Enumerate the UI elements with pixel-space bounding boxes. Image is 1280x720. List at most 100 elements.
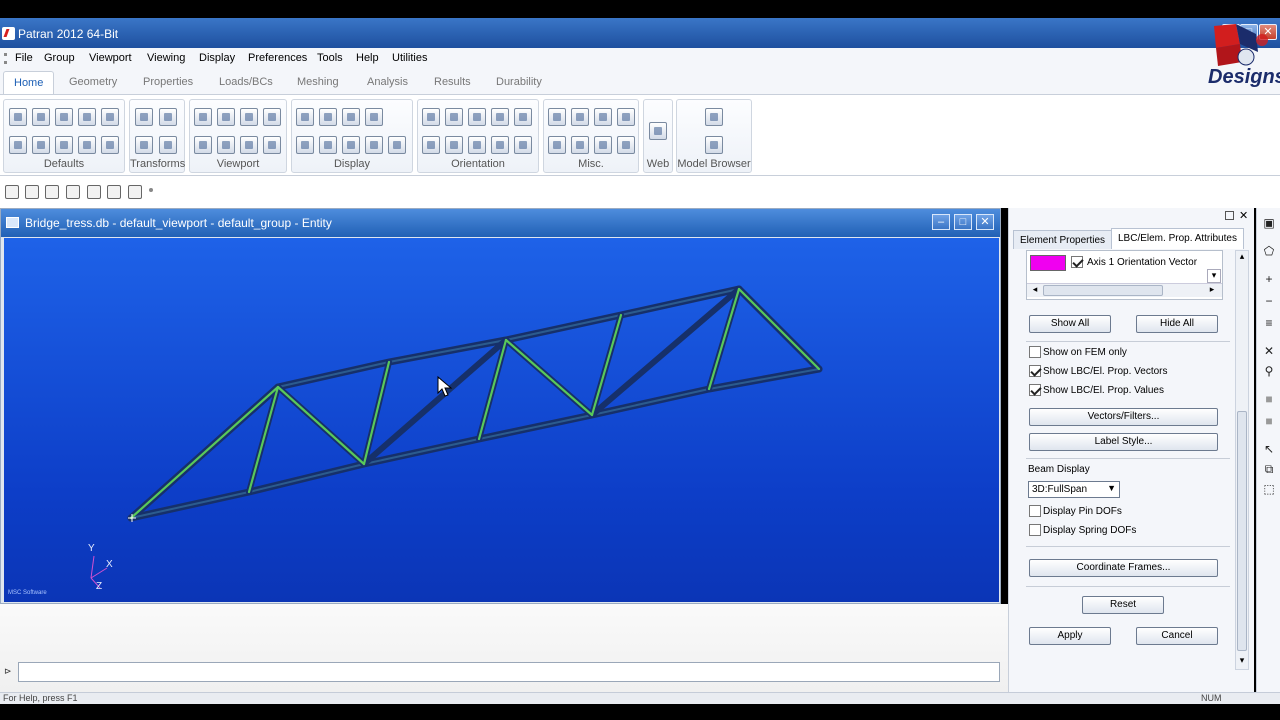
menu-group[interactable]: Group (44, 52, 75, 64)
display-spring-dofs-checkbox[interactable] (1029, 524, 1041, 536)
refresh-icon[interactable] (101, 136, 119, 154)
filter-icon[interactable]: ⚲ (1262, 364, 1276, 378)
tab-analysis[interactable]: Analysis (367, 76, 408, 88)
shaded-icon[interactable] (342, 108, 360, 126)
tab-durability[interactable]: Durability (496, 76, 542, 88)
pan-hand-icon[interactable] (55, 136, 73, 154)
scroll-thumb[interactable] (1043, 285, 1163, 296)
camera-icon[interactable] (594, 108, 612, 126)
menu-utilities[interactable]: Utilities (392, 52, 427, 64)
select-icon[interactable] (128, 185, 142, 199)
frame-icon[interactable]: ⬚ (1262, 482, 1276, 496)
axis1-orientation-checkbox[interactable] (1071, 256, 1083, 268)
menu-viewport[interactable]: Viewport (89, 52, 132, 64)
plot-icon[interactable] (296, 136, 314, 154)
run-script-icon[interactable] (617, 136, 635, 154)
more-icon[interactable] (149, 188, 153, 192)
home-icon[interactable] (649, 122, 667, 140)
grid-icon[interactable] (217, 136, 235, 154)
top-view-icon[interactable] (468, 108, 486, 126)
scroll-right-icon[interactable]: ▸ (1205, 284, 1219, 297)
viewport-minimize-button[interactable]: – (932, 214, 950, 230)
hide-all-button[interactable]: Hide All (1136, 315, 1218, 333)
viewport-icon[interactable] (194, 108, 212, 126)
menu-display[interactable]: Display (199, 52, 235, 64)
pointer-icon[interactable]: ↖ (1262, 442, 1276, 456)
tab-meshing[interactable]: Meshing (297, 76, 339, 88)
tab-lbc-elem-prop-attributes[interactable]: LBC/Elem. Prop. Attributes (1111, 228, 1244, 249)
panel-close-icon[interactable]: ✕ (1239, 209, 1248, 222)
iso3-view-icon[interactable] (491, 136, 509, 154)
show-vectors-checkbox[interactable] (1029, 365, 1041, 377)
display-pin-dofs-checkbox[interactable] (1029, 505, 1041, 517)
tab-home[interactable]: Home (3, 71, 55, 94)
wireframe-icon[interactable] (296, 108, 314, 126)
beam-display-select[interactable]: 3D:FullSpan ▼ (1028, 481, 1120, 498)
rotate-x-icon[interactable] (135, 108, 153, 126)
zoom-in-icon[interactable] (263, 136, 281, 154)
pan-icon[interactable] (66, 185, 80, 199)
horizontal-scrollbar[interactable]: ◂ ▸ (1027, 283, 1222, 297)
show-on-fem-only-checkbox[interactable] (1029, 346, 1041, 358)
rear-view-icon[interactable] (445, 108, 463, 126)
save-icon[interactable] (78, 108, 96, 126)
new-icon[interactable] (5, 185, 19, 199)
pen-icon[interactable] (548, 108, 566, 126)
scroll-down-icon[interactable]: ▾ (1236, 655, 1248, 669)
viewport-maximize-button[interactable]: □ (954, 214, 972, 230)
menu-file[interactable]: File (15, 52, 33, 64)
label-style-button[interactable]: Label Style... (1029, 433, 1218, 451)
model-icon[interactable]: ▣ (1262, 216, 1276, 230)
tools-icon[interactable] (705, 136, 723, 154)
tab-geometry[interactable]: Geometry (69, 76, 117, 88)
reset-view-icon[interactable] (263, 108, 281, 126)
rotate-z-icon[interactable] (135, 136, 153, 154)
crosshair-icon[interactable] (240, 108, 258, 126)
front-view-icon[interactable] (422, 108, 440, 126)
grid-display-icon[interactable] (365, 108, 383, 126)
panel-scrollbar[interactable]: ▴ ▾ (1235, 250, 1249, 670)
menu-viewing[interactable]: Viewing (147, 52, 185, 64)
triangle-icon[interactable] (365, 136, 383, 154)
tab-element-properties[interactable]: Element Properties (1013, 230, 1113, 249)
print-icon[interactable] (101, 108, 119, 126)
graphics-canvas[interactable]: Y X Z MSC Software (4, 238, 999, 602)
cube-icon[interactable]: ⧉ (1262, 462, 1276, 476)
gray-box-icon[interactable]: ■ (1262, 392, 1276, 406)
vector-color-swatch[interactable] (1030, 255, 1066, 271)
undo-icon[interactable] (32, 136, 50, 154)
open-icon[interactable] (25, 185, 39, 199)
shape-icon[interactable]: ⬠ (1262, 244, 1276, 258)
command-line-input[interactable] (18, 662, 1000, 682)
cross-icon[interactable]: ✕ (1262, 344, 1276, 358)
panel-float-icon[interactable] (1225, 211, 1234, 220)
measure-icon[interactable] (571, 136, 589, 154)
refresh-icon[interactable] (107, 185, 121, 199)
open-db-icon[interactable] (55, 108, 73, 126)
new-file-icon[interactable] (9, 108, 27, 126)
menu-help[interactable]: Help (356, 52, 379, 64)
axis-icon[interactable] (548, 136, 566, 154)
show-all-button[interactable]: Show All (1029, 315, 1111, 333)
undo-icon[interactable] (45, 185, 59, 199)
mesh-icon[interactable] (571, 108, 589, 126)
tree-icon[interactable] (705, 108, 723, 126)
copy-icon[interactable] (9, 136, 27, 154)
iso2-view-icon[interactable] (468, 136, 486, 154)
plus-icon[interactable]: + (1262, 272, 1276, 286)
script-icon[interactable] (617, 108, 635, 126)
fit-view-icon[interactable] (194, 136, 212, 154)
left-view-icon[interactable] (514, 108, 532, 126)
iso1-view-icon[interactable] (445, 136, 463, 154)
erase-icon[interactable] (319, 136, 337, 154)
brush-icon[interactable] (78, 136, 96, 154)
scroll-up-icon[interactable]: ▴ (1236, 251, 1248, 265)
scroll-left-icon[interactable]: ◂ (1028, 284, 1042, 297)
vectors-filters-button[interactable]: Vectors/Filters... (1029, 408, 1218, 426)
nodes-icon[interactable] (342, 136, 360, 154)
iso4-view-icon[interactable] (514, 136, 532, 154)
paint-icon[interactable] (87, 185, 101, 199)
show-values-checkbox[interactable] (1029, 384, 1041, 396)
minus-icon[interactable]: − (1262, 294, 1276, 308)
right-view-icon[interactable] (422, 136, 440, 154)
